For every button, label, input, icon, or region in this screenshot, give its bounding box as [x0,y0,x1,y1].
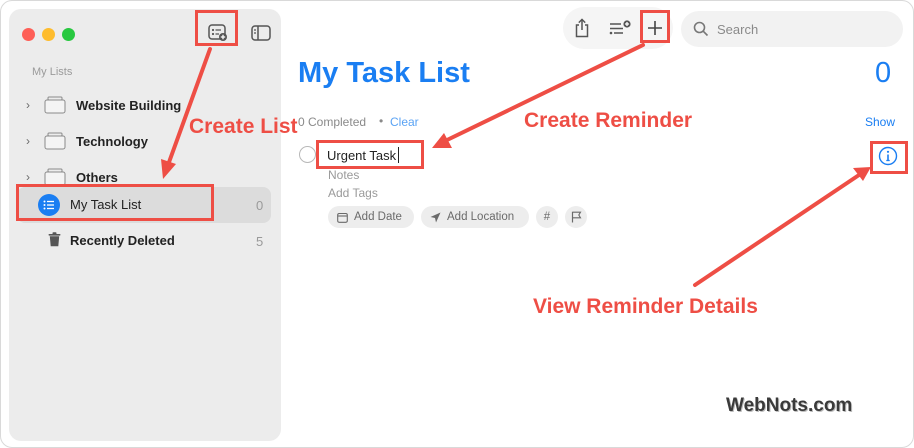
chevron-right-icon[interactable]: › [26,98,40,112]
flag-button[interactable] [565,206,587,228]
annotation-create-reminder: Create Reminder [524,109,693,132]
task-notes-field[interactable]: Notes [328,168,359,182]
sidebar-toggle-icon [251,25,271,41]
watermark: WebNots.com [726,395,853,416]
folder-stack-icon [44,132,66,150]
folder-stack-icon [44,96,66,114]
location-arrow-icon [430,212,441,222]
add-location-button[interactable]: Add Location [421,206,529,228]
search-field[interactable] [681,11,903,47]
chevron-right-icon[interactable]: › [26,134,40,148]
sidebar: My Lists › Website Building › Technology… [9,9,281,441]
zoom-window-button[interactable] [62,28,75,41]
sidebar-group-label: Technology [76,133,148,149]
my-lists-section-label: My Lists [32,66,73,78]
sidebar-item-recently-deleted[interactable]: Recently Deleted 5 [17,223,271,257]
calendar-icon [337,212,348,223]
toggle-sidebar-button[interactable] [248,20,274,46]
clear-completed-link[interactable]: Clear [390,115,419,129]
add-date-button[interactable]: Add Date [328,206,414,228]
completed-count-text: 0 Completed [298,115,367,129]
search-icon [693,21,709,37]
hashtag-icon: # [543,211,551,223]
sidebar-item-count: 0 [256,198,264,213]
annotation-box-new-list [195,10,238,46]
trash-icon [48,232,61,247]
flag-icon [571,211,581,223]
annotation-box-add-reminder [640,10,670,43]
task-complete-checkbox[interactable] [299,146,316,163]
share-button[interactable] [567,13,597,43]
show-completed-link[interactable]: Show [865,115,895,129]
share-icon [575,18,589,38]
sidebar-item-label: Recently Deleted [70,233,175,248]
add-subtask-button[interactable] [605,13,635,43]
add-date-label: Add Date [354,211,402,223]
annotation-box-my-task-list [16,184,214,221]
chevron-right-icon[interactable]: › [26,170,40,184]
reminders-window: My Lists › Website Building › Technology… [0,0,914,448]
sidebar-group-label: Website Building [76,97,182,113]
annotation-view-details: View Reminder Details [533,295,758,318]
list-add-icon [609,20,631,35]
add-location-label: Add Location [447,211,515,223]
list-title: My Task List [298,57,470,89]
close-window-button[interactable] [22,28,35,41]
task-tags-field[interactable]: Add Tags [328,186,378,200]
annotation-create-list: Create List [189,115,298,138]
separator-dot: • [379,114,384,128]
minimize-window-button[interactable] [42,28,55,41]
add-tag-button[interactable]: # [536,206,558,228]
annotation-box-info [870,141,908,174]
sidebar-group-label: Others [76,169,118,185]
annotation-box-urgent-task [316,140,424,169]
sidebar-item-count: 5 [256,234,264,249]
search-input[interactable] [717,21,887,37]
list-count: 0 [875,57,892,89]
